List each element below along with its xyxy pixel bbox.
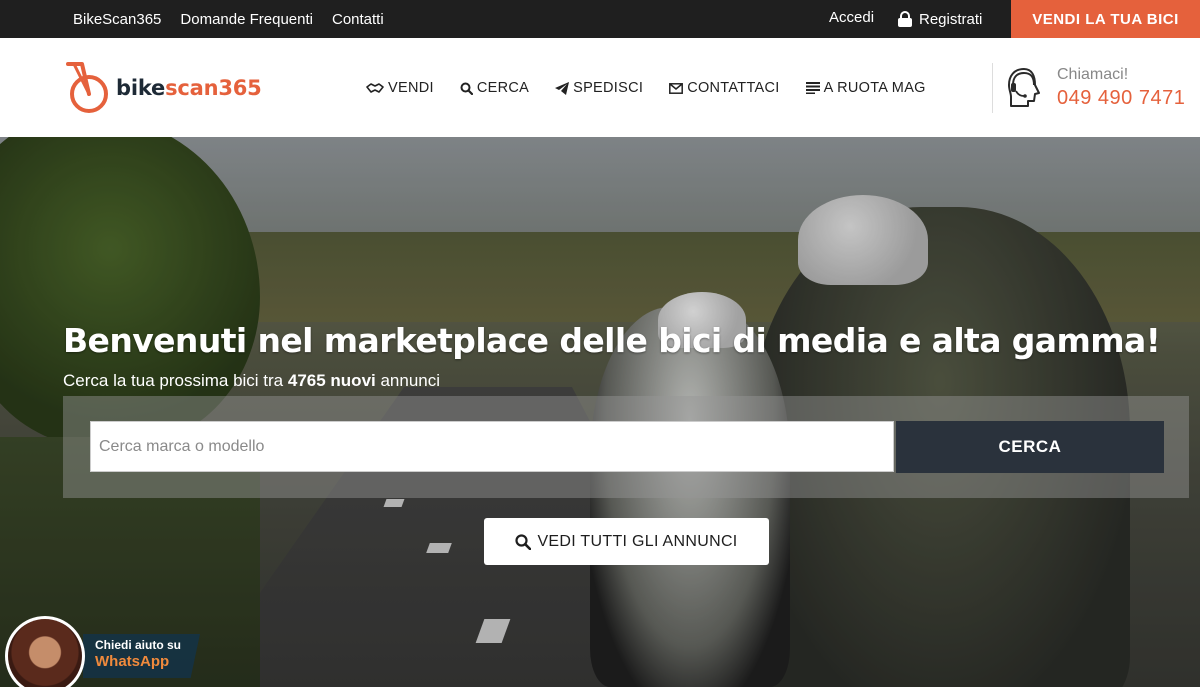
login-link[interactable]: Accedi (829, 0, 874, 38)
top-link-faq[interactable]: Domande Frequenti (180, 11, 313, 28)
view-all-listings-label: VEDI TUTTI GLI ANNUNCI (537, 532, 738, 550)
whatsapp-line2: WhatsApp (95, 653, 170, 670)
nav-cerca[interactable]: CERCA (460, 80, 529, 96)
hero-title: Benvenuti nel marketplace delle bici di … (63, 321, 1161, 360)
whatsapp-help-bubble[interactable]: Chiedi aiuto su WhatsApp (83, 634, 200, 678)
envelope-icon (669, 82, 684, 94)
call-label: Chiamaci! (1057, 66, 1129, 83)
top-links: BikeScan365 Domande Frequenti Contatti (73, 0, 384, 38)
main-header: bikescan365 VENDI CERCA SPEDISCI CONTATT… (0, 38, 1200, 137)
whatsapp-line1: Chiedi aiuto su (95, 638, 182, 652)
nav-a-ruota-mag[interactable]: A RUOTA MAG (805, 80, 926, 96)
paper-plane-icon (555, 81, 570, 95)
nav-contattaci[interactable]: CONTATTACI (669, 80, 779, 96)
whatsapp-avatar[interactable] (5, 616, 85, 687)
listing-count: 4765 nuovi (287, 371, 376, 390)
sell-bike-button[interactable]: VENDI LA TUA BICI (1011, 0, 1200, 38)
search-panel: CERCA (63, 396, 1189, 498)
register-label: Registrati (919, 10, 983, 28)
list-icon (805, 82, 820, 94)
header-divider (992, 63, 993, 113)
avatar-photo (8, 619, 82, 687)
search-icon (460, 82, 473, 95)
search-icon (515, 533, 532, 550)
register-link[interactable]: Registrati (898, 0, 982, 38)
hero-section: Benvenuti nel marketplace delle bici di … (0, 137, 1200, 687)
nav-contattaci-label: CONTATTACI (687, 80, 780, 96)
logo[interactable]: bikescan365 (64, 60, 264, 116)
headset-icon (1008, 68, 1040, 107)
main-nav: VENDI CERCA SPEDISCI CONTATTACI A RUOTA … (366, 76, 926, 100)
nav-vendi[interactable]: VENDI (366, 80, 434, 96)
top-bar: BikeScan365 Domande Frequenti Contatti A… (0, 0, 1200, 38)
nav-vendi-label: VENDI (388, 80, 434, 96)
lock-icon (898, 11, 912, 27)
nav-cerca-label: CERCA (476, 80, 530, 96)
search-input[interactable] (90, 421, 894, 472)
top-link-bikescan365[interactable]: BikeScan365 (73, 11, 161, 28)
search-button[interactable]: CERCA (896, 421, 1164, 473)
handshake-icon (366, 83, 384, 93)
nav-spedisci-label: SPEDISCI (573, 80, 644, 96)
phone-number[interactable]: 049 490 7471 (1057, 87, 1185, 110)
top-link-contacts[interactable]: Contatti (332, 11, 384, 28)
bike-logo-icon (66, 62, 108, 113)
nav-spedisci[interactable]: SPEDISCI (555, 80, 643, 96)
logo-text: bikescan365 (116, 76, 262, 100)
view-all-listings-button[interactable]: VEDI TUTTI GLI ANNUNCI (484, 518, 769, 565)
hero-subtitle: Cerca la tua prossima bici tra 4765 nuov… (63, 371, 441, 390)
phone-block[interactable]: Chiamaci! 049 490 7471 (1057, 66, 1185, 110)
nav-a-ruota-mag-label: A RUOTA MAG (823, 80, 926, 96)
